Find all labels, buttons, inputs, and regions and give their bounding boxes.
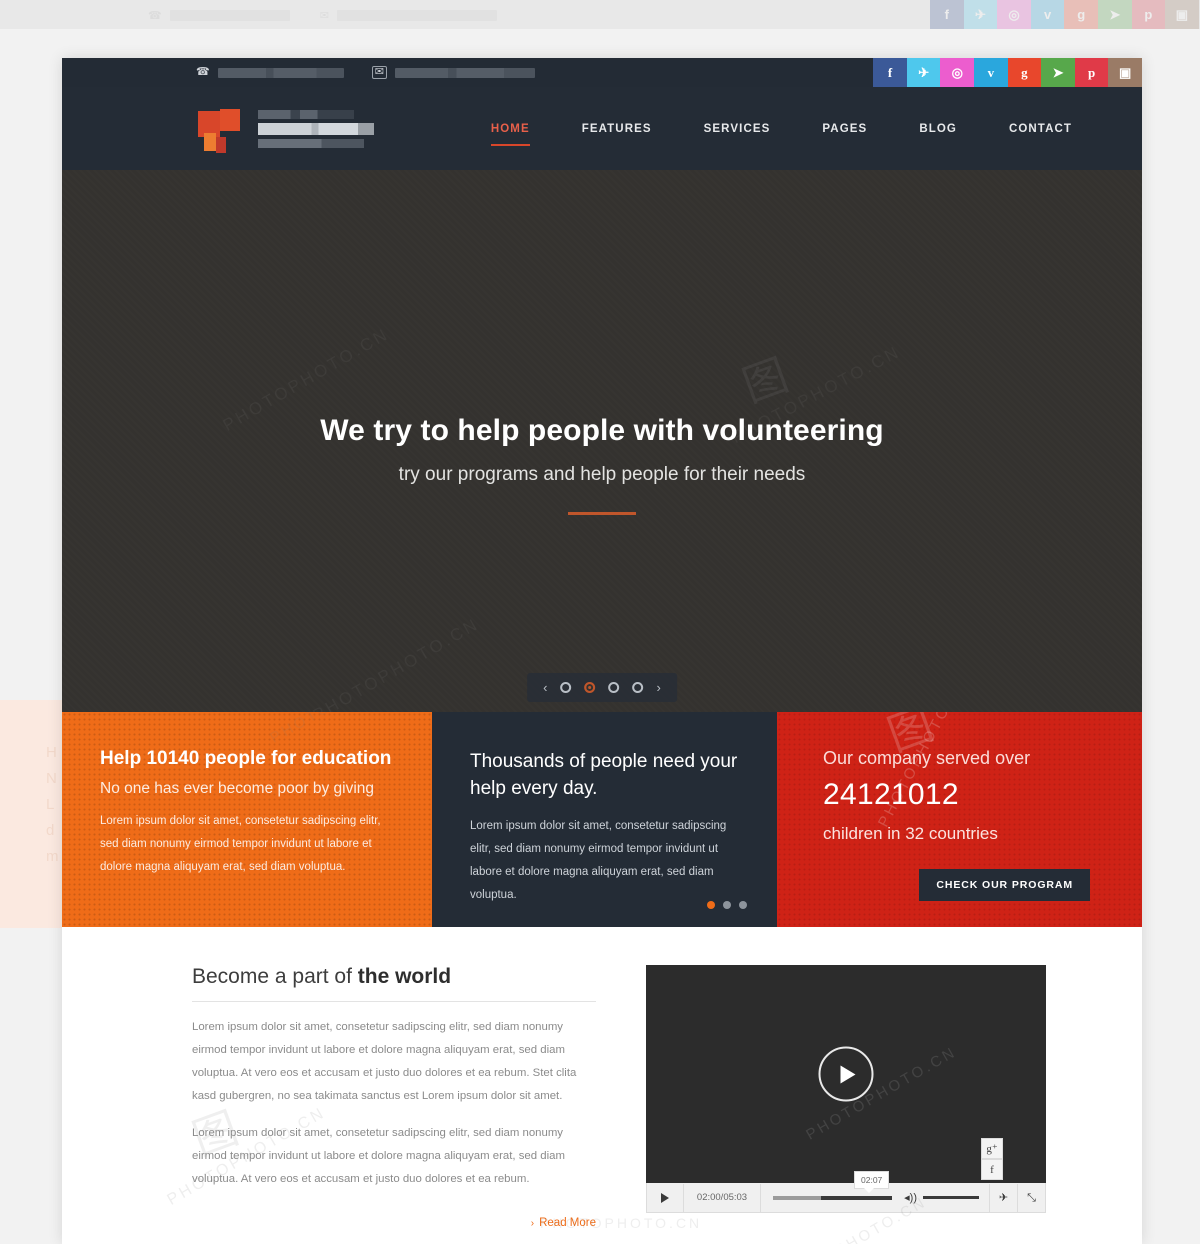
slider-controls[interactable]: ‹ › [527,673,677,702]
video-volume-group[interactable]: ◂)) [904,1191,989,1204]
slider-prev-arrow[interactable]: ‹ [543,680,547,695]
hero-title: We try to help people with volunteering [320,414,884,447]
panel-orange-subtitle: No one has ever become poor by giving [100,780,374,797]
video-play-button[interactable] [818,1046,874,1102]
video-share-buttons[interactable]: g⁺ f [981,1138,1003,1180]
main-navigation[interactable]: HOME FEATURES SERVICES PAGES BLOG CONTACT [465,123,1098,146]
nav-item-contact[interactable]: CONTACT [983,123,1098,135]
email-contact[interactable]: ✉ [371,66,535,79]
site-logo[interactable] [194,103,374,155]
panel-dark-title: Thousands of people need your help every… [470,751,738,799]
panel-dot-1[interactable] [707,901,715,909]
chevron-right-icon: › [530,1218,535,1229]
slider-dot-4[interactable] [632,682,644,693]
pinterest-icon[interactable]: p [1074,58,1109,87]
content-text-column: Become a part of the world Lorem ipsum d… [192,965,596,1229]
check-our-program-button[interactable]: CHECK OUR PROGRAM [919,869,1090,901]
panel-orange-body: Lorem ipsum dolor sit amet, consetetur s… [100,815,381,873]
google-plus-icon: g [1064,0,1098,29]
backdrop-contact-info: ☎ ✉ [148,9,497,22]
phone-icon: ☎ [196,66,210,78]
panel-orange-title: Help 10140 people for education [100,748,392,769]
content-heading-bold: the world [357,965,452,988]
feature-panels: PHOTO Help 10140 people for education No… [62,712,1142,927]
nav-item-services[interactable]: SERVICES [678,123,797,135]
pinterest-icon: p [1131,0,1166,29]
vimeo-icon[interactable]: v [974,58,1008,87]
phone-icon: ☎ [148,10,162,22]
nav-item-home[interactable]: HOME [465,123,556,146]
site-header: HOME FEATURES SERVICES PAGES BLOG CONTACT [62,87,1142,170]
video-column: PHOTOPHOTO.CN 02:07 g⁺ f 02:00/05:03 ◂)) … [646,965,1046,1244]
instagram-icon: ▣ [1165,0,1199,29]
facebook-icon: f [930,0,964,29]
content-heading: Become a part of the world [192,965,596,1002]
top-bar: ☎ ✉ f ✈ ◎ v g ➤ p ▣ [62,58,1142,87]
video-play-control[interactable] [647,1192,683,1203]
facebook-icon[interactable]: f [873,58,907,87]
panel-red-title: Our company served over [823,748,1031,768]
vimeo-icon: v [1030,0,1065,29]
hero-slider: 图 PHOTOPHOTO.CN PHOTOPHOTO.CN PHOTOPHOTO… [62,170,1142,725]
content-paragraph-1: Lorem ipsum dolor sit amet, consetetur s… [192,1021,577,1102]
play-icon [661,1192,669,1203]
hero-subtitle: try our programs and help people for the… [398,464,806,485]
slider-dot-1[interactable] [560,682,572,693]
instagram-icon[interactable]: ▣ [1108,58,1142,87]
facebook-share-icon[interactable]: f [981,1159,1003,1180]
content-heading-normal: Become a part of [192,965,358,988]
play-icon [840,1065,856,1083]
fullscreen-icon[interactable]: ⤡ [1017,1183,1045,1212]
content-paragraph-2: Lorem ipsum dolor sit amet, consetetur s… [192,1127,565,1185]
video-controls-bar: 02:00/05:03 ◂)) ✈ ⤡ [646,1183,1046,1213]
content-section: Become a part of the world Lorem ipsum d… [62,927,1142,1244]
panel-dark-dots[interactable] [707,901,747,909]
dribbble-icon[interactable]: ◎ [940,58,975,87]
panel-orange: PHOTO Help 10140 people for education No… [62,712,432,927]
volume-icon: ◂)) [904,1192,917,1204]
twitter-icon: ✈ [963,0,998,29]
contact-info-group: ☎ ✉ [196,66,535,79]
google-plus-icon[interactable]: g [1007,58,1042,87]
twitter-icon[interactable]: ✈ [906,58,941,87]
email-address-redacted [394,67,535,78]
nav-item-blog[interactable]: BLOG [893,123,983,135]
panel-dark-body: Lorem ipsum dolor sit amet, consetetur s… [470,820,727,901]
logo-icon [194,103,246,155]
nav-item-features[interactable]: FEATURES [556,123,678,135]
phone-contact[interactable]: ☎ [196,67,344,78]
read-more-label: Read More [539,1217,596,1229]
volume-slider[interactable] [923,1196,979,1199]
panel-red-number: 24121012 [823,778,959,811]
hero-content: We try to help people with volunteering … [62,414,1142,515]
panel-dot-2[interactable] [723,901,731,909]
logo-wordmark-redacted [258,109,374,148]
slider-next-arrow[interactable]: › [657,680,661,695]
paper-plane-icon[interactable]: ➤ [1041,58,1075,87]
website-frame: ☎ ✉ f ✈ ◎ v g ➤ p ▣ HOME FEATURES SERVICES PAGES BL… [62,58,1142,1244]
slider-dots[interactable] [560,682,644,693]
panel-dot-3[interactable] [739,901,747,909]
panel-red-subtitle: children in 32 countries [823,824,998,843]
nav-item-pages[interactable]: PAGES [796,123,893,135]
panel-red: 图 PHOTOPHOTO.CN Our company served over … [777,712,1142,927]
mail-icon: ✉ [319,10,329,22]
google-plus-share-icon[interactable]: g⁺ [981,1138,1003,1159]
paper-plane-icon: ➤ [1097,0,1132,29]
video-progress-bar[interactable] [773,1195,893,1200]
progress-tooltip: 02:07 [854,1171,890,1193]
slider-dot-3[interactable] [608,682,620,693]
video-time-display: 02:00/05:03 [683,1183,761,1212]
hero-divider [568,512,636,515]
twitter-share-icon[interactable]: ✈ [989,1183,1017,1212]
slider-dot-2[interactable] [584,682,596,693]
backdrop-panel-text: HNLdm [46,744,59,865]
dribbble-icon: ◎ [997,0,1031,29]
phone-number-redacted [217,67,344,78]
backdrop-social-links: f ✈ ◎ v g ➤ p ▣ [930,0,1199,29]
social-links-bar[interactable]: f ✈ ◎ v g ➤ p ▣ [873,58,1142,87]
panel-dark: Thousands of people need your help every… [432,712,777,927]
mail-icon: ✉ [371,66,387,79]
read-more-link[interactable]: › Read More [192,1217,596,1229]
